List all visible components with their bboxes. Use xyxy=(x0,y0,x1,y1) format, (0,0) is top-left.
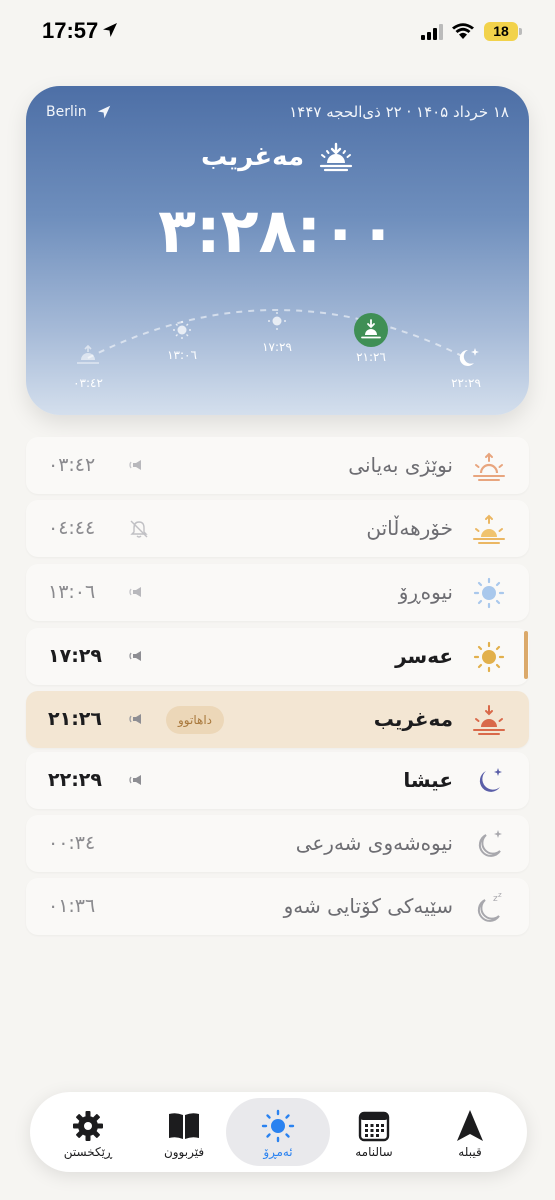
prayer-name: مەغریب xyxy=(373,707,453,731)
speaker-icon[interactable] xyxy=(128,456,150,474)
moon-zzz-icon: z z xyxy=(477,891,502,922)
calendar-icon xyxy=(358,1111,390,1142)
cellular-signal-icon xyxy=(421,24,443,40)
prayer-time: ٢١:٢٦ xyxy=(48,708,102,730)
arc-time-isha: ٢٢:٢٩ xyxy=(451,376,481,390)
battery-cap xyxy=(519,28,522,35)
prayer-time: ١٣:٠٦ xyxy=(48,581,96,603)
wifi-icon xyxy=(452,23,474,39)
arc-asr-icon xyxy=(268,312,286,330)
tab-label: ڕێکخستن xyxy=(63,1145,113,1159)
tab-qibla[interactable]: قیبلە xyxy=(418,1098,522,1166)
prayer-hero-card[interactable]: Berlin ۱۸ خرداد ۱۴۰۵ · ۲۲ ذی‌الحجه ۱۴۴۷ … xyxy=(26,86,529,415)
prayer-name: خۆرهەڵاتن xyxy=(366,516,453,540)
prayer-time: ٠٠:٣٤ xyxy=(48,832,96,854)
arc-dhuhr-icon xyxy=(173,321,191,339)
sun-icon xyxy=(473,641,505,673)
prayer-time: ٢٢:٢٩ xyxy=(48,769,102,791)
arc-time-fajr: ٠٣:٤٢ xyxy=(73,376,103,390)
tab-bar: ڕێکخستن فێربوون ئەمڕۆ سالنامە قیبلە xyxy=(30,1092,527,1172)
sunrise-icon xyxy=(473,452,505,481)
prayer-name: عیشا xyxy=(403,768,453,792)
prayer-row-maghrib[interactable]: ٢١:٢٦ داهاتوو مەغریب xyxy=(26,691,529,748)
tab-learning[interactable]: فێربوون xyxy=(132,1098,236,1166)
speaker-icon[interactable] xyxy=(128,771,150,789)
next-prayer-badge: داهاتوو xyxy=(166,706,224,734)
speaker-icon[interactable] xyxy=(128,583,150,601)
book-icon xyxy=(169,1113,199,1139)
prayer-row-midnight[interactable]: ٠٠:٣٤ نیوەشەوی شەرعی xyxy=(26,815,529,872)
prayer-row-fajr[interactable]: ٠٣:٤٢ نوێژی بەیانی xyxy=(26,437,529,494)
tab-label: سالنامە xyxy=(355,1145,393,1159)
sun-path-arc xyxy=(77,309,479,366)
prayer-name: نیوەڕۆ xyxy=(398,580,453,604)
moon-stars-icon xyxy=(478,830,502,857)
moon-stars-icon xyxy=(479,768,502,792)
speaker-icon[interactable] xyxy=(128,647,150,665)
prayer-name: نوێژی بەیانی xyxy=(348,453,453,477)
prayer-name: سێیەکی کۆتایی شەو xyxy=(283,894,453,918)
sun-rising-icon xyxy=(473,514,505,544)
arc-time-maghrib: ٢١:٢٦ xyxy=(356,350,386,364)
prayer-row-isha[interactable]: ٢٢:٢٩ عیشا xyxy=(26,752,529,809)
svg-text:z: z xyxy=(498,891,502,899)
tab-settings[interactable]: ڕێکخستن xyxy=(36,1098,140,1166)
battery-indicator: 18 xyxy=(484,22,518,41)
prayer-time: ٠٤:٤٤ xyxy=(48,517,96,539)
prayer-time: ١٧:٢٩ xyxy=(48,645,102,667)
speaker-icon[interactable] xyxy=(128,710,150,728)
prayer-time: ٠٣:٤٢ xyxy=(48,454,96,476)
sun-icon xyxy=(261,1109,295,1143)
prayer-name: عەسر xyxy=(395,644,453,668)
prayer-name: نیوەشەوی شەرعی xyxy=(295,831,453,855)
sunset-icon xyxy=(473,705,505,735)
tab-label: ئەمڕۆ xyxy=(263,1145,293,1159)
bell-off-icon[interactable] xyxy=(128,519,150,539)
arc-time-dhuhr: ١٣:٠٦ xyxy=(167,348,197,362)
prayer-row-sunrise[interactable]: ٠٤:٤٤ خۆرهەڵاتن xyxy=(26,500,529,557)
arc-isha-icon xyxy=(459,348,479,366)
tab-today[interactable]: ئەمڕۆ xyxy=(226,1098,330,1166)
arc-fajr-icon xyxy=(77,344,99,364)
current-prayer-marker xyxy=(524,631,528,679)
compass-arrow-icon xyxy=(457,1110,483,1141)
location-arrow-icon xyxy=(103,23,117,37)
gear-icon xyxy=(73,1111,103,1141)
prayer-row-asr[interactable]: ١٧:٢٩ عەسر xyxy=(26,628,529,685)
prayer-time: ٠١:٣٦ xyxy=(48,895,96,917)
tab-label: فێربوون xyxy=(163,1145,205,1159)
arc-maghrib-icon xyxy=(354,313,388,347)
prayer-row-last-third[interactable]: ٠١:٣٦ سێیەکی کۆتایی شەو z z xyxy=(26,878,529,935)
tab-calendar[interactable]: سالنامە xyxy=(322,1098,426,1166)
sun-icon xyxy=(473,577,505,609)
status-bar: 17:57 18 xyxy=(0,0,555,62)
prayer-row-dhuhr[interactable]: ١٣:٠٦ نیوەڕۆ xyxy=(26,564,529,621)
status-time: 17:57 xyxy=(42,18,99,43)
arc-time-asr: ١٧:٢٩ xyxy=(262,340,292,354)
tab-label: قیبلە xyxy=(458,1145,482,1159)
